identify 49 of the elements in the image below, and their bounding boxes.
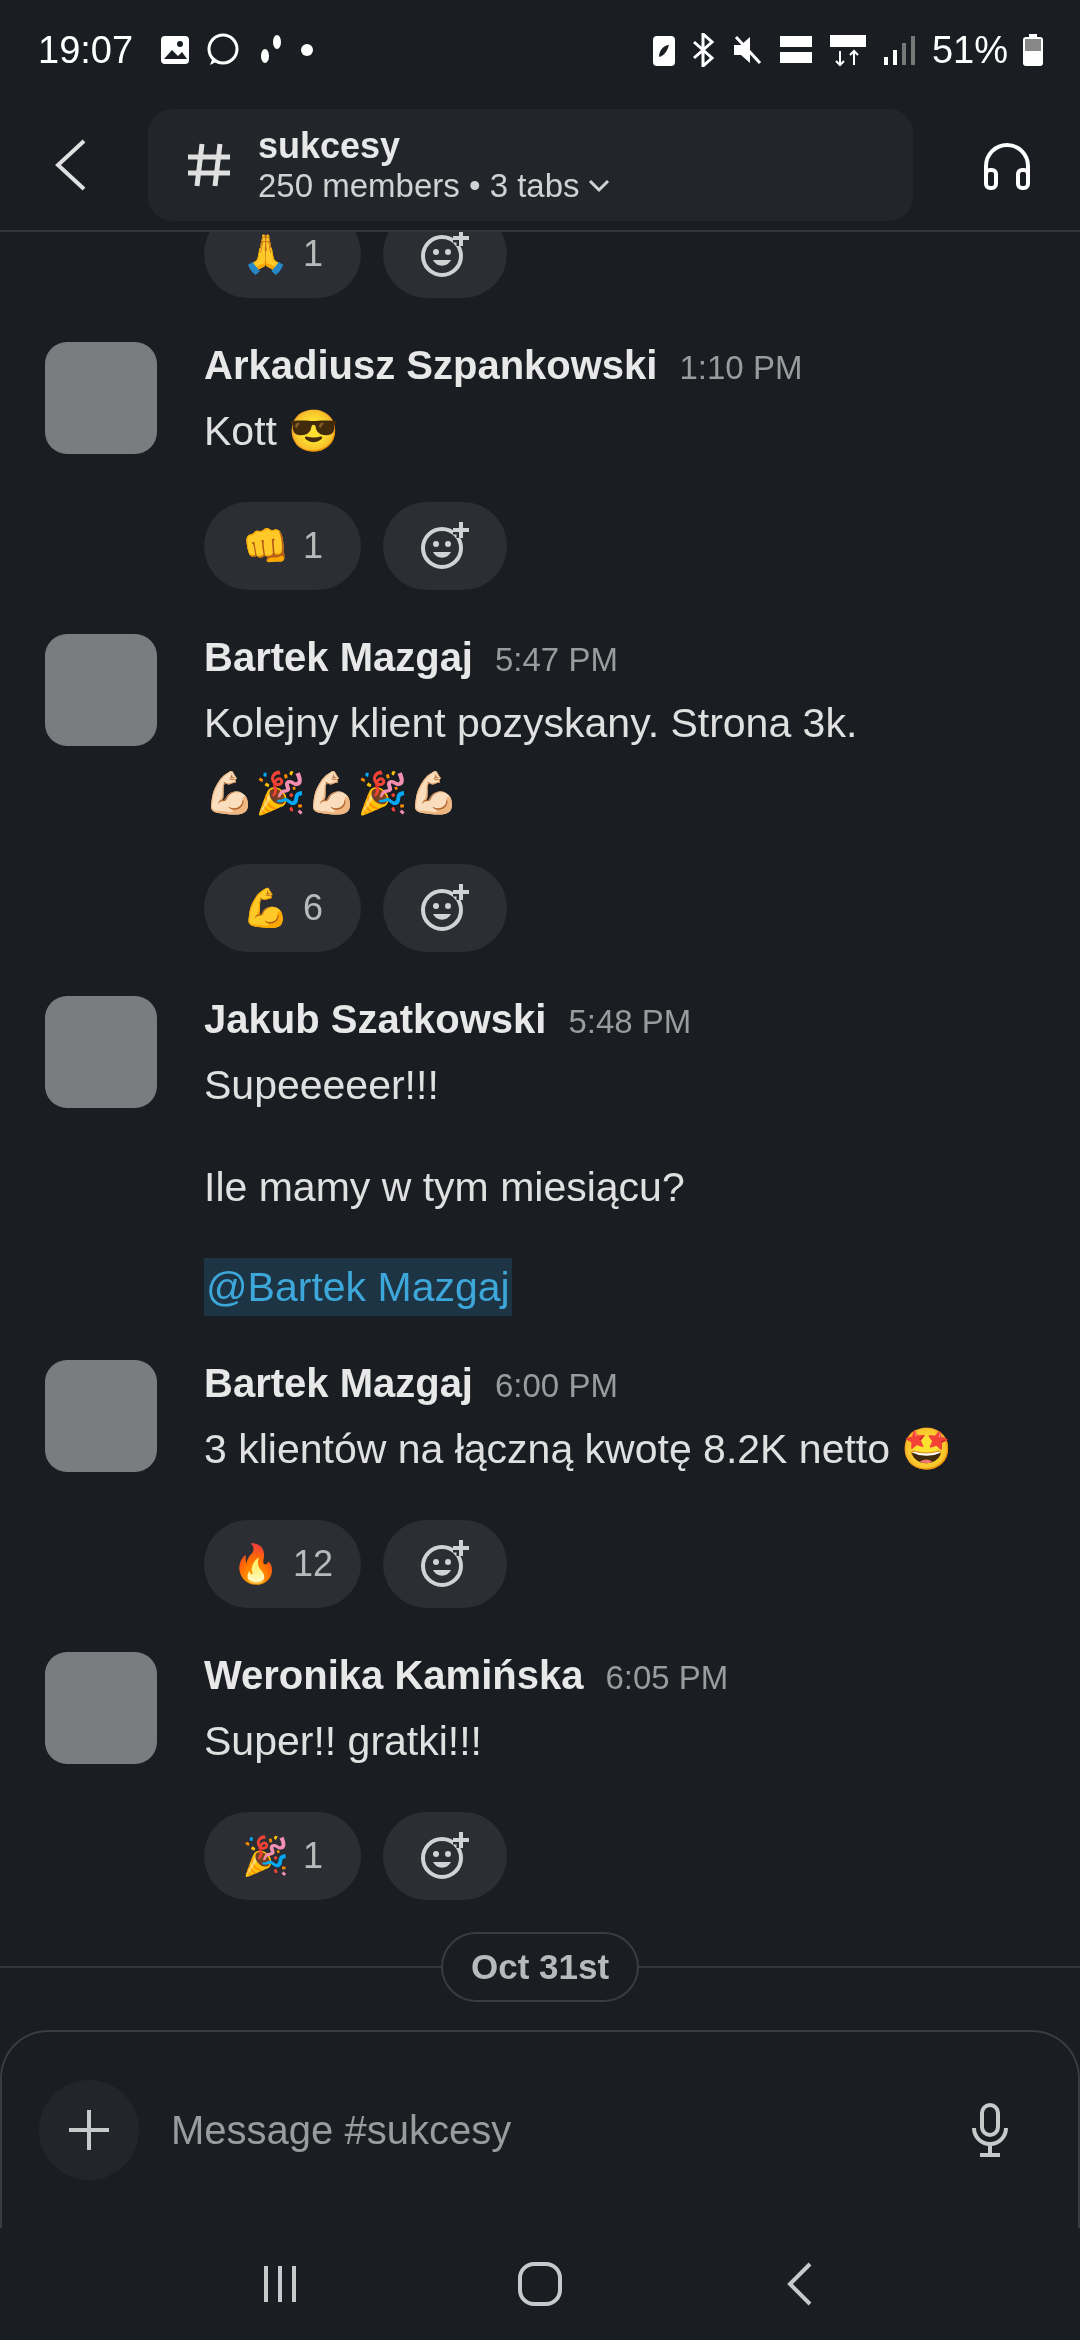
author-name[interactable]: Bartek Mazgaj [204,1360,473,1406]
add-reaction-icon [419,882,471,934]
message-text: Supeeeeer!!! [204,1061,440,1110]
reaction-button[interactable]: 🎉 1 [204,1812,361,1900]
avatar-placeholder[interactable] [45,342,157,454]
message-text: Super!! gratki!!! [204,1717,483,1766]
message-time: 6:05 PM [605,1658,729,1698]
avatar-placeholder[interactable] [45,1652,157,1764]
avatar-placeholder[interactable] [45,996,157,1108]
microphone-icon[interactable] [970,2102,1010,2158]
message-text: Ile mamy w tym miesiącu? [204,1163,686,1212]
message-text: Kott 😎 [204,407,341,456]
message-time: 5:47 PM [495,640,618,680]
author-name[interactable]: Bartek Mazgaj [204,634,473,680]
battery-saver-icon [651,33,676,67]
home-icon[interactable] [516,2260,564,2308]
channel-header[interactable]: sukcesy 250 members • 3 tabs [148,109,913,221]
message-text: Kolejny klient pozyskany. Strona 3k. [204,699,858,748]
reaction-button[interactable]: 💪 6 [204,864,361,952]
author-name[interactable]: Arkadiusz Szpankowski [204,342,658,388]
date-divider: Oct 31st [440,1932,640,2002]
reaction-button[interactable]: 🔥 12 [204,1520,362,1608]
status-time: 19:07 [38,28,134,72]
user-mention[interactable]: @Bartek Mazgaj [204,1258,512,1316]
avatar-placeholder[interactable] [45,634,157,746]
gallery-icon [159,34,192,66]
message-composer[interactable]: Message #sukcesy [0,2030,1080,2228]
message-time: 1:10 PM [679,348,803,388]
add-reaction-button[interactable] [383,232,507,298]
battery-percent: 51% [931,28,1008,72]
message-text: 3 klientów na łączną kwotę 8.2K netto 🤩 [204,1425,953,1474]
dot-icon [301,44,314,56]
chevron-down-icon [587,179,610,193]
add-reaction-icon [419,1538,472,1590]
add-reaction-icon [419,1830,471,1882]
reaction-button[interactable]: 👊 1 [204,502,361,590]
add-reaction-icon [419,520,471,572]
message-text: 💪🏻🎉💪🏻🎉💪🏻 [204,769,460,818]
reaction-button[interactable]: 🙏 1 [204,232,361,298]
avatar-placeholder[interactable] [45,1360,157,1472]
battery-icon [1022,33,1044,67]
channel-name: sukcesy [258,125,402,167]
message-time: 6:00 PM [495,1366,618,1406]
author-name[interactable]: Jakub Szatkowski [204,996,547,1042]
signal-icon [881,33,918,67]
message-time: 5:48 PM [568,1002,692,1042]
author-name[interactable]: Weronika Kamińska [204,1652,584,1698]
channel-subtitle: 250 members • 3 tabs [258,167,580,205]
message-input[interactable]: Message #sukcesy [169,2089,970,2171]
